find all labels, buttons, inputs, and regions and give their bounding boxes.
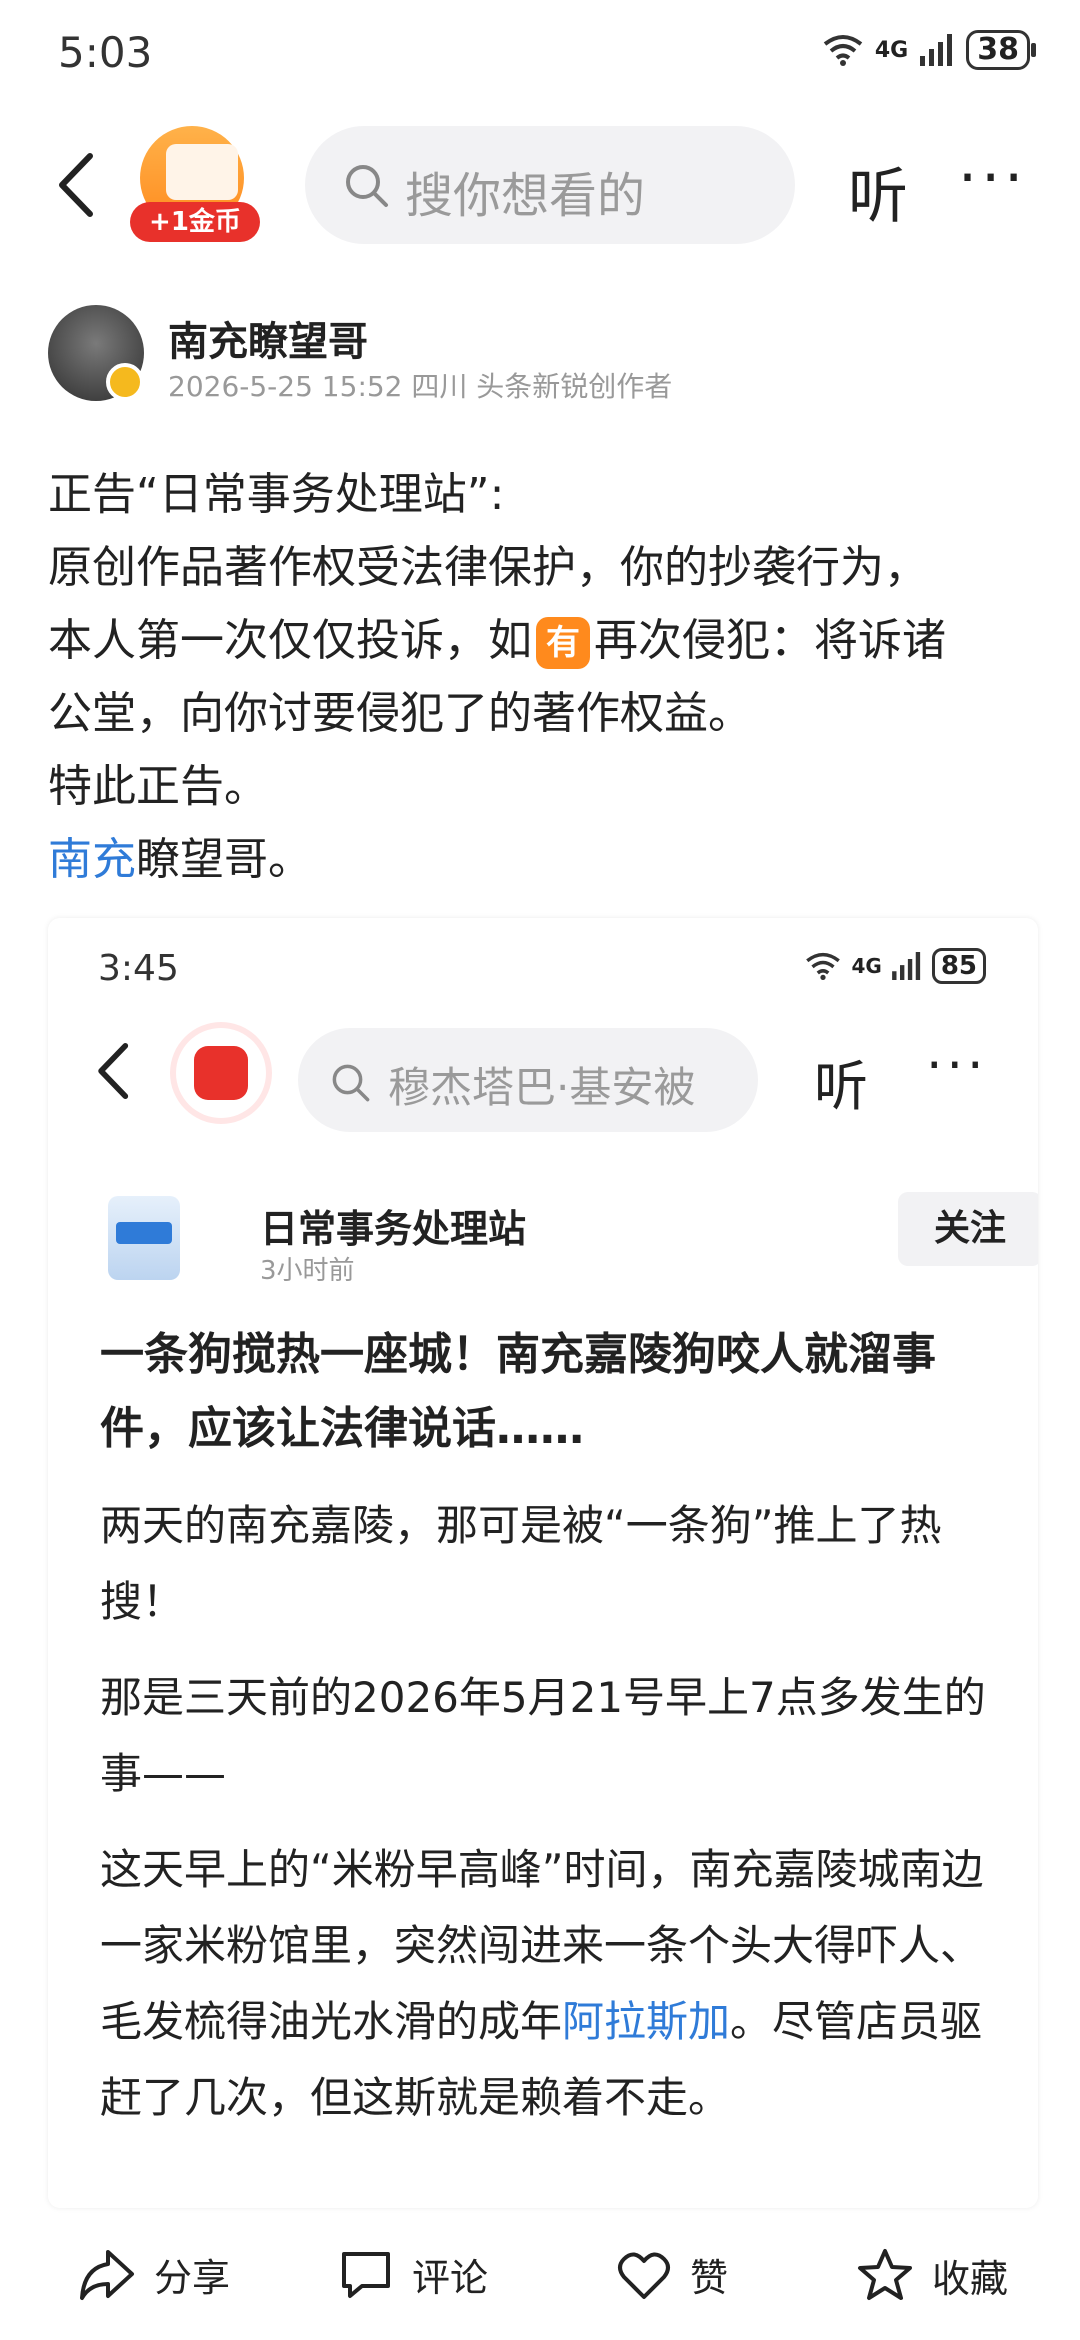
share-icon [80,2249,134,2300]
embedded-listen-label: 听 [814,1055,868,1118]
embedded-link: 阿拉斯加 [562,1997,731,2046]
status-icons: 4G 38 [823,30,1036,70]
collect-button[interactable]: 收藏 [856,2247,1008,2303]
battery-indicator: 38 [966,30,1036,70]
embedded-article-body: 两天的南充嘉陵，那可是被“一条狗”推上了热搜！ 那是三天前的2026年5月21号… [100,1488,1000,2156]
heart-icon [618,2252,670,2299]
post-line: 正告“日常事务处理站”: [48,469,505,520]
post-line: 特此正告。 [48,761,268,812]
share-button[interactable]: 分享 [78,2247,230,2302]
embedded-network: 4G [851,954,882,978]
embedded-back-icon [98,1043,129,1099]
comment-label: 评论 [412,2256,489,2300]
listen-button[interactable]: 听 [848,148,908,235]
embedded-author-time: 3小时前 [260,1256,355,1286]
like-button[interactable]: 赞 [616,2247,728,2302]
embedded-paragraph: 这天早上的“米粉早高峰”时间，南充嘉陵城南边一家米粉馆里，突然闯进来一条个头大得… [100,1845,984,2122]
verified-badge-icon [106,363,144,401]
author-meta: 2026-5-25 15:52 四川 头条新锐创作者 [168,370,673,403]
search-icon [346,165,388,207]
comment-icon [342,2251,390,2298]
status-bar: 5:03 4G 38 [0,0,1080,110]
bottom-action-bar: 分享 评论 赞 收藏 [0,2225,1080,2340]
embedded-follow-button: 关注 [898,1192,1038,1266]
star-icon [858,2249,912,2300]
share-label: 分享 [154,2256,231,2300]
status-time: 5:03 [58,28,153,77]
post-signature: 南充瞭望哥。 [48,834,312,885]
post-line: 原创作品著作权受法律保护，你的抄袭行为， [48,542,928,593]
embedded-more-label: ··· [926,1036,988,1096]
top-bar: +1金币 搜你想看的 听 ··· [0,118,1080,248]
coin-label: +1金币 [130,202,260,242]
embedded-status-icons: 4G 85 [805,948,986,984]
post-line: 公堂，向你讨要侵犯了的著作权益。 [48,688,752,739]
wifi-icon [823,35,863,66]
author-row: 南充瞭望哥 2026-5-25 15:52 四川 头条新锐创作者 [48,305,1048,405]
embedded-search-text: 穆杰塔巴·基安被 [388,1063,696,1112]
embedded-author-logo [108,1196,180,1280]
post-line: 本人第一次仅仅投诉，如有再次侵犯：将诉诸 [48,604,1038,677]
embedded-search-bar: 穆杰塔巴·基安被 [298,1028,758,1132]
post-body: 正告“日常事务处理站”: 原创作品著作权受法律保护，你的抄袭行为， 本人第一次仅… [48,458,1038,896]
embedded-battery: 85 [931,948,986,984]
signal-icon [891,952,920,980]
collect-label: 收藏 [932,2256,1009,2301]
network-label: 4G [874,37,909,63]
author-name[interactable]: 南充瞭望哥 [168,309,368,367]
back-icon[interactable] [48,150,108,220]
embedded-author-row: 日常事务处理站 3小时前 关注 [108,1192,1038,1286]
search-placeholder: 搜你想看的 [405,168,646,224]
comment-button[interactable]: 评论 [338,2247,488,2302]
avatar[interactable] [48,305,144,401]
embedded-red-envelope-icon [176,1028,266,1118]
embedded-article-title: 一条狗搅热一座城！南充嘉陵狗咬人就溜事件，应该让法律说话…… [100,1329,936,1454]
coin-reward-badge[interactable]: +1金币 [130,126,260,246]
like-label: 赞 [690,2256,729,2300]
signal-icon [920,34,953,66]
embedded-paragraph: 两天的南充嘉陵，那可是被“一条狗”推上了热搜！ [100,1501,942,1626]
location-link[interactable]: 南充 [48,834,136,885]
search-bar[interactable]: 搜你想看的 [305,126,795,244]
wifi-icon [806,952,841,980]
embedded-author-name: 日常事务处理站 [260,1207,527,1251]
embedded-screenshot[interactable]: 3:45 4G 85 穆杰塔巴·基安被 听 ··· 日常事务处理站 3小时前 关… [48,918,1038,2208]
emoji-you-icon: 有 [536,617,590,669]
search-icon [332,1064,370,1102]
more-button[interactable]: ··· [958,148,1027,208]
embedded-paragraph: 那是三天前的2026年5月21号早上7点多发生的事—— [100,1673,986,1798]
embedded-status-time: 3:45 [98,948,179,989]
